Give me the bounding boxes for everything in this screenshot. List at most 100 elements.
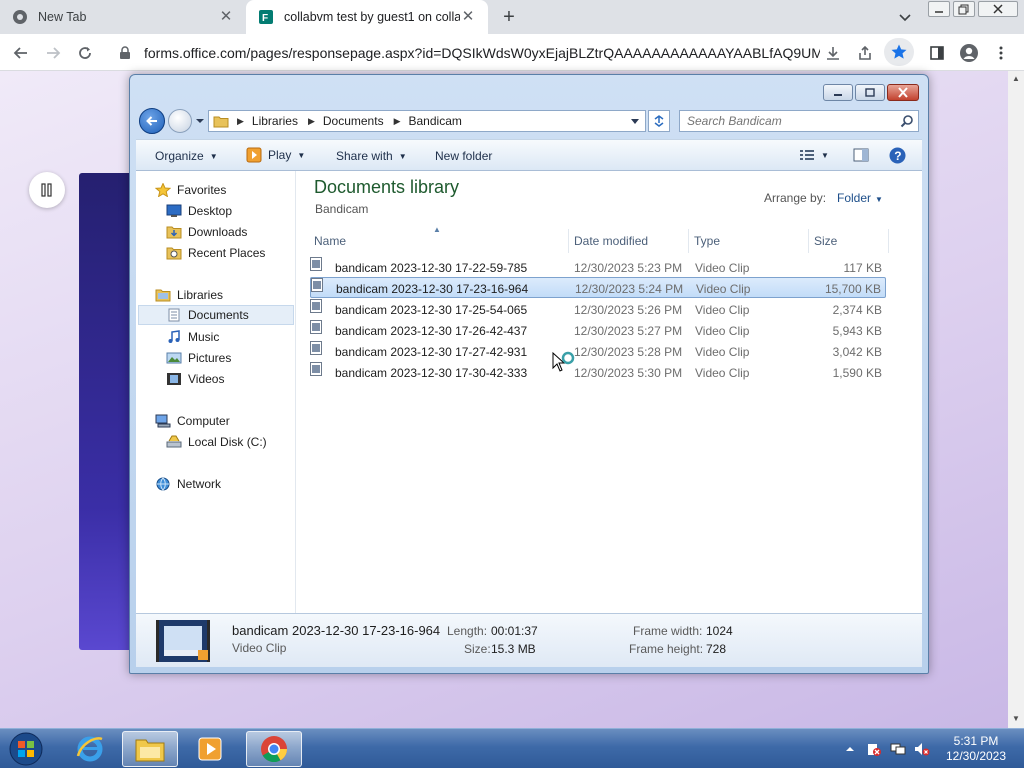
breadcrumb-libraries[interactable]: Libraries	[252, 114, 298, 128]
taskbar-internet-explorer[interactable]	[62, 731, 118, 767]
nav-computer[interactable]: Computer	[155, 411, 294, 431]
tab-collabvm-form[interactable]: F collabvm test by guest1 on collabvm ✕	[246, 0, 488, 34]
bookmark-button[interactable]	[884, 38, 914, 66]
explorer-search-box[interactable]	[679, 110, 919, 132]
chevron-down-icon[interactable]	[195, 117, 205, 125]
close-icon[interactable]: ✕	[218, 9, 234, 25]
explorer-refresh-button[interactable]	[648, 110, 670, 132]
share-button[interactable]	[852, 40, 878, 66]
action-center-icon[interactable]	[866, 741, 882, 757]
nav-local-disk[interactable]: Local Disk (C:)	[166, 432, 294, 452]
minimize-button[interactable]	[928, 1, 950, 17]
taskbar-chrome[interactable]	[246, 731, 302, 767]
nav-videos[interactable]: Videos	[166, 369, 294, 389]
taskbar-media-player[interactable]	[182, 731, 238, 767]
preview-pane-button[interactable]	[853, 148, 869, 162]
pause-button[interactable]	[29, 172, 65, 208]
column-header-type[interactable]: Type	[689, 229, 809, 253]
show-hidden-icons[interactable]	[844, 743, 856, 755]
svg-text:?: ?	[894, 149, 901, 163]
side-panel-button[interactable]	[924, 40, 950, 66]
details-file-type: Video Clip	[232, 641, 287, 655]
avatar-icon	[960, 44, 978, 62]
profile-button[interactable]	[956, 40, 982, 66]
organize-button[interactable]: Organize ▼	[155, 149, 218, 163]
chrome-icon	[13, 10, 27, 24]
explorer-maximize-button[interactable]	[855, 84, 885, 101]
arrange-by-label: Arrange by:	[764, 191, 827, 205]
nav-recent-places[interactable]: Recent Places	[166, 243, 294, 263]
nav-network[interactable]: Network	[155, 474, 294, 494]
breadcrumb-bandicam[interactable]: Bandicam	[409, 114, 462, 128]
nav-favorites[interactable]: Favorites	[155, 180, 294, 200]
back-button[interactable]	[8, 40, 34, 66]
share-with-button[interactable]: Share with ▼	[336, 149, 407, 163]
explorer-address-bar[interactable]: ▶ Libraries ▶ Documents ▶ Bandicam	[208, 110, 646, 132]
explorer-forward-button[interactable]	[168, 109, 192, 133]
file-row-selected[interactable]: bandicam 2023-12-30 17-23-16-964 12/30/2…	[310, 277, 886, 298]
nav-label: Local Disk (C:)	[188, 435, 267, 449]
close-icon[interactable]: ✕	[460, 9, 476, 25]
video-file-icon	[311, 278, 323, 292]
file-row[interactable]: bandicam 2023-12-30 17-27-42-931 12/30/2…	[310, 341, 886, 362]
breadcrumb-separator[interactable]: ▶	[394, 116, 401, 127]
breadcrumb-separator[interactable]: ▶	[308, 116, 315, 127]
taskbar-clock[interactable]: 5:31 PM 12/30/2023	[936, 734, 1016, 764]
menu-button[interactable]	[988, 40, 1014, 66]
size-label: Size:	[464, 642, 491, 656]
download-button[interactable]	[820, 40, 846, 66]
nav-desktop[interactable]: Desktop	[166, 201, 294, 221]
file-name: bandicam 2023-12-30 17-25-54-065	[335, 303, 528, 317]
breadcrumb-documents[interactable]: Documents	[323, 114, 384, 128]
close-window-button[interactable]	[978, 1, 1018, 17]
search-input[interactable]	[687, 112, 899, 130]
video-file-icon	[310, 257, 322, 271]
column-header-date-modified[interactable]: Date modified	[569, 229, 689, 253]
file-row[interactable]: bandicam 2023-12-30 17-25-54-065 12/30/2…	[310, 299, 886, 320]
breadcrumb-separator: ▶	[237, 115, 244, 126]
nav-downloads[interactable]: Downloads	[166, 222, 294, 242]
column-header-name[interactable]: Name	[309, 229, 569, 253]
page-scrollbar[interactable]: ▲ ▼	[1008, 71, 1024, 728]
explorer-back-button[interactable]	[139, 108, 165, 134]
scroll-up-icon[interactable]: ▲	[1012, 75, 1020, 83]
nav-music[interactable]: Music	[166, 327, 294, 347]
view-list-icon	[800, 150, 814, 160]
network-status-icon[interactable]	[890, 741, 906, 757]
chevron-down-icon[interactable]	[896, 8, 914, 26]
nav-documents[interactable]: Documents	[138, 305, 294, 325]
file-name: bandicam 2023-12-30 17-30-42-333	[335, 366, 528, 380]
new-folder-button[interactable]: New folder	[435, 149, 492, 163]
change-view-button[interactable]: ▼	[799, 148, 829, 162]
forward-button[interactable]	[40, 40, 66, 66]
column-header-size[interactable]: Size	[809, 229, 889, 253]
play-button[interactable]: Play ▼	[246, 147, 305, 163]
nav-label: Recent Places	[188, 246, 266, 260]
nav-label: Libraries	[177, 288, 224, 302]
search-icon[interactable]	[900, 114, 914, 128]
file-row[interactable]: bandicam 2023-12-30 17-26-42-437 12/30/2…	[310, 320, 886, 341]
scroll-down-icon[interactable]: ▼	[1012, 715, 1020, 723]
refresh-icon	[654, 115, 664, 127]
restore-button[interactable]	[953, 1, 975, 17]
explorer-close-button[interactable]	[887, 84, 919, 101]
start-button[interactable]	[6, 731, 46, 767]
chrome-icon	[261, 736, 288, 763]
file-row[interactable]: bandicam 2023-12-30 17-22-59-785 12/30/2…	[310, 257, 886, 278]
reload-button[interactable]	[72, 40, 98, 66]
chevron-down-icon[interactable]	[631, 119, 639, 124]
arrange-by-dropdown[interactable]: Folder ▼	[837, 191, 883, 205]
explorer-minimize-button[interactable]	[823, 84, 853, 101]
lock-icon	[120, 46, 130, 59]
taskbar-windows-explorer[interactable]	[122, 731, 178, 767]
file-row[interactable]: bandicam 2023-12-30 17-30-42-333 12/30/2…	[310, 362, 886, 383]
address-bar[interactable]: forms.office.com/pages/responsepage.aspx…	[112, 39, 882, 67]
help-button[interactable]: ?	[889, 147, 906, 164]
nav-libraries[interactable]: Libraries	[155, 285, 294, 305]
clock-time: 5:31 PM	[953, 734, 999, 748]
volume-muted-icon[interactable]	[914, 741, 930, 757]
arrange-by-value: Folder	[837, 191, 872, 205]
tab-new-tab[interactable]: New Tab ✕	[0, 0, 246, 34]
nav-pictures[interactable]: Pictures	[166, 348, 294, 368]
new-tab-button[interactable]: +	[498, 6, 520, 28]
